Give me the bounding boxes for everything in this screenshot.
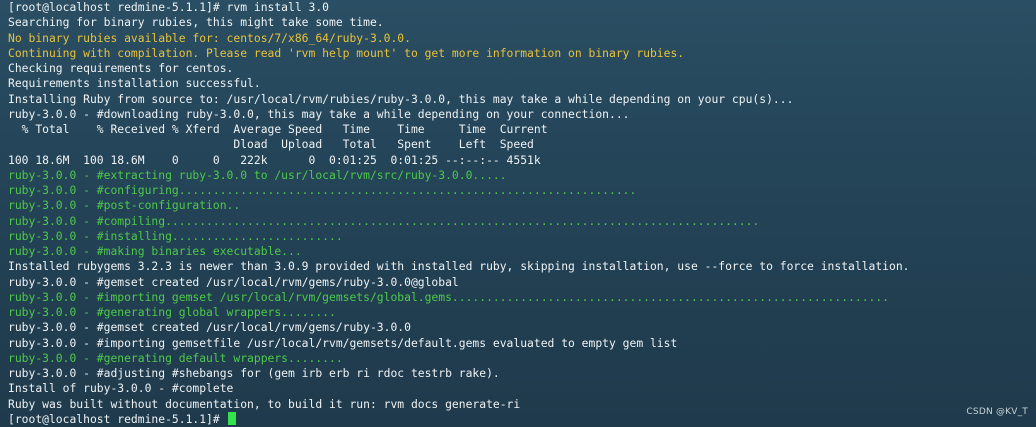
terminal-line: ruby-3.0.0 - #gemset created /usr/local/… — [8, 320, 411, 335]
terminal-line: ruby-3.0.0 - #downloading ruby-3.0.0, th… — [8, 106, 630, 121]
terminal-line: ruby-3.0.0 - #generating global wrappers… — [8, 305, 336, 319]
terminal-line: ruby-3.0.0 - #compiling.................… — [8, 213, 760, 228]
terminal-line: Dload Upload Total Spent Left Speed — [8, 137, 534, 152]
terminal-line: Ruby was built without documentation, to… — [8, 396, 521, 411]
terminal-line: Checking requirements for centos. — [8, 61, 234, 75]
terminal-line: ruby-3.0.0 - #installing................… — [8, 228, 343, 243]
terminal-line: Install of ruby-3.0.0 - #complete — [8, 381, 234, 396]
terminal-line: ruby-3.0.0 - #making binaries executable… — [8, 244, 302, 258]
terminal-line: Installing Ruby from source to: /usr/loc… — [8, 91, 794, 106]
terminal-line: ruby-3.0.0 - #generating default wrapper… — [8, 350, 343, 365]
terminal-line: ruby-3.0.0 - #post-configuration.. — [8, 198, 241, 213]
terminal-line: Continuing with compilation. Please read… — [8, 45, 685, 60]
terminal-line: ruby-3.0.0 - #importing gemsetfile /usr/… — [8, 335, 678, 350]
terminal-window[interactable]: [root@localhost redmine-5.1.1]# rvm inst… — [0, 0, 1036, 427]
log-lines: Searching for binary rubies, this might … — [8, 15, 910, 412]
terminal-line: % Total % Received % Xferd Average Speed… — [8, 122, 548, 136]
terminal-line: Searching for binary rubies, this might … — [8, 15, 384, 30]
shell-prompt: [root@localhost redmine-5.1.1]# — [8, 0, 227, 14]
final-shell-prompt: [root@localhost redmine-5.1.1]# — [8, 411, 227, 426]
final-prompt-line[interactable]: [root@localhost redmine-5.1.1]# — [8, 411, 910, 427]
terminal-line: 100 18.6M 100 18.6M 0 0 222k 0 0:01:25 0… — [8, 152, 541, 167]
text-cursor — [227, 411, 236, 425]
terminal-line: ruby-3.0.0 - #importing gemset /usr/loca… — [8, 289, 890, 304]
terminal-line: No binary rubies available for: centos/7… — [8, 30, 411, 45]
terminal-line: Requirements installation successful. — [8, 76, 261, 91]
terminal-line: ruby-3.0.0 - #gemset created /usr/local/… — [8, 274, 459, 289]
terminal-line: Installed rubygems 3.2.3 is newer than 3… — [8, 259, 910, 274]
terminal-line: ruby-3.0.0 - #configuring...............… — [8, 183, 637, 197]
terminal-line: ruby-3.0.0 - #extracting ruby-3.0.0 to /… — [8, 167, 507, 182]
terminal-line: ruby-3.0.0 - #adjusting #shebangs for (g… — [8, 366, 500, 380]
watermark: CSDN @KV_T — [966, 407, 1028, 417]
command-text: rvm install 3.0 — [226, 0, 329, 14]
command-line: [root@localhost redmine-5.1.1]# rvm inst… — [8, 0, 910, 15]
terminal-output: [root@localhost redmine-5.1.1]# rvm inst… — [8, 0, 910, 427]
